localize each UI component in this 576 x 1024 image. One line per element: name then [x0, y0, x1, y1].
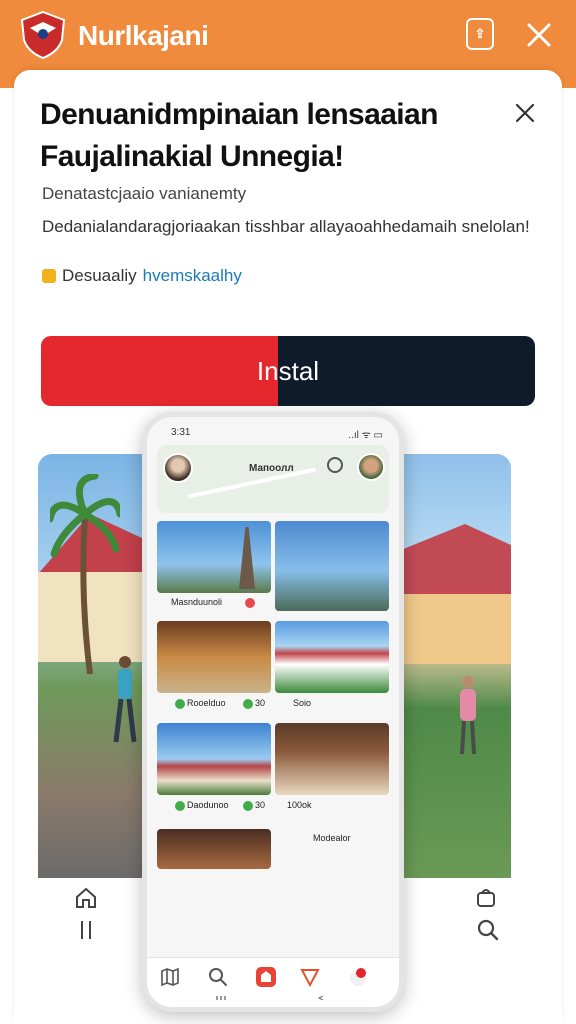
right-nav-bar — [396, 878, 511, 954]
tile-label: 100ok — [287, 800, 312, 810]
explore-icon[interactable] — [299, 966, 321, 988]
share-button[interactable]: ⇪ — [466, 18, 494, 50]
card-description: Dedanialandaragjoriaakan tisshbar allaya… — [42, 217, 530, 236]
phone-mockup: 3:31 ..ıl ᯤ ▭ Мапоолл Masnduunoli Rooeld… — [142, 412, 404, 1012]
tile-label: Soio — [293, 698, 312, 708]
photo-tile[interactable] — [157, 829, 271, 869]
system-nav-bar — [216, 996, 324, 1000]
bag-icon[interactable] — [474, 886, 498, 910]
tile-label: Rooelduo — [187, 698, 226, 708]
palm-tree-icon — [50, 474, 120, 674]
tile-label: 30 — [255, 800, 266, 810]
pin-icon — [175, 801, 185, 811]
status-icons: ..ıl ᯤ ▭ — [348, 430, 383, 441]
rating-row: Desuaaliy hvemskaalhy — [42, 266, 242, 286]
phone-bottom-nav — [147, 957, 399, 1007]
search-icon[interactable] — [207, 966, 229, 988]
lock-icon — [42, 269, 56, 283]
card-subtitle: Denatastcjaaio vanianemty — [42, 184, 247, 203]
house-roof — [396, 524, 511, 594]
home-icon[interactable] — [74, 886, 98, 910]
photo-tile[interactable] — [275, 723, 389, 795]
person-figure — [113, 656, 137, 743]
photo-tile[interactable] — [157, 723, 271, 795]
avatar[interactable] — [357, 453, 385, 481]
pin-icon — [245, 598, 255, 608]
photo-tile[interactable] — [275, 621, 389, 693]
avatar[interactable] — [163, 453, 193, 483]
pin-icon — [243, 801, 253, 811]
pin-icon — [175, 699, 185, 709]
search-icon[interactable] — [476, 918, 500, 942]
home-icon[interactable] — [255, 966, 277, 988]
tile-label: Modealor — [313, 833, 351, 843]
card-title: Denuanidmpinaian lensaaian Faujalinakial… — [40, 98, 438, 173]
status-time: 3:31 — [171, 427, 191, 438]
photo-tile[interactable] — [157, 521, 271, 593]
install-button[interactable]: Instal — [41, 336, 535, 406]
screenshot-right — [396, 454, 511, 878]
house-wall — [396, 594, 511, 664]
rating-link[interactable]: hvemskaalhy — [143, 266, 242, 286]
close-icon[interactable] — [524, 18, 554, 52]
card-close-icon[interactable] — [512, 100, 538, 126]
phone-status-bar: 3:31 ..ıl ᯤ ▭ — [161, 425, 387, 443]
share-icon: ⇪ — [474, 26, 486, 41]
menu-lines-icon[interactable] — [74, 918, 98, 942]
pin-icon — [243, 699, 253, 709]
photo-tile[interactable] — [157, 621, 271, 693]
app-name: Nurlkajani — [78, 20, 209, 51]
map-preview[interactable]: Мапоолл — [157, 445, 389, 513]
shield-logo-icon — [20, 10, 66, 60]
rating-prefix: Desuaaliy — [62, 266, 137, 285]
photo-tile[interactable] — [275, 521, 389, 611]
tower-shape — [239, 527, 255, 589]
map-icon[interactable] — [159, 966, 181, 988]
person-figure — [460, 676, 476, 754]
location-icon[interactable] — [327, 457, 343, 473]
tile-label: Daodunoo — [187, 800, 229, 810]
tile-label: Masnduunoli — [171, 597, 223, 607]
map-label: Мапоолл — [249, 463, 294, 474]
tile-label: 30 — [255, 698, 266, 708]
notification-icon[interactable] — [347, 966, 369, 988]
